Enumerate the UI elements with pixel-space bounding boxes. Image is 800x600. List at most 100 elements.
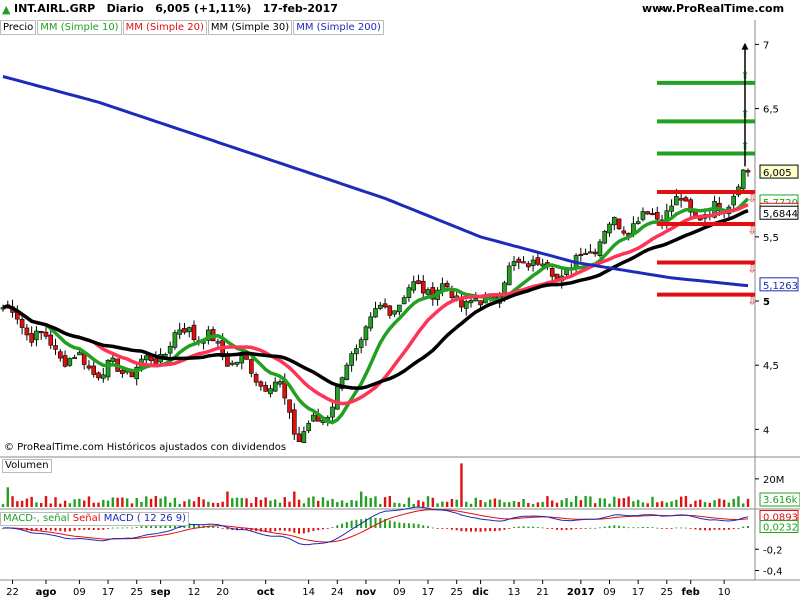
macd-histogram-bar: [154, 525, 157, 528]
macd-histogram-bar: [293, 528, 296, 533]
volume-bar: [197, 496, 201, 507]
volume-bar: [283, 497, 286, 507]
volume-bar: [603, 498, 606, 507]
candle-body: [72, 356, 77, 360]
volume-bar: [598, 498, 602, 507]
volume-tick-label: 20M: [763, 475, 784, 486]
macd-histogram-bar: [450, 528, 453, 530]
volume-bar: [235, 497, 239, 507]
volume-bar: [393, 502, 396, 507]
macd-histogram-bar: [436, 528, 439, 529]
candle-body: [645, 211, 651, 215]
volume-bar: [254, 496, 258, 507]
macd-histogram-bar: [489, 528, 492, 532]
macd-histogram-bar: [44, 528, 47, 531]
macd-histogram-bar: [68, 528, 71, 532]
macd-histogram-bar: [723, 528, 726, 530]
macd-histogram-bar: [536, 527, 539, 528]
candle-body: [292, 409, 297, 435]
x-tick-label: 25: [660, 587, 673, 598]
price-chart[interactable]: 76,55,554,54⇧⇧⇧⇩⇩⇩⇩▲6,0055,77205,73835,6…: [0, 0, 800, 600]
macd-histogram-bar: [97, 528, 100, 531]
macd-tick-label: -0,2: [763, 545, 783, 556]
macd-histogram-bar: [283, 528, 286, 531]
macd-histogram-bar: [589, 527, 592, 529]
volume-bar: [517, 502, 520, 507]
volume-bar: [536, 502, 540, 507]
volume-bar: [546, 496, 549, 507]
volume-bar: [488, 499, 492, 507]
volume-bar: [589, 496, 592, 507]
macd-histogram-bar: [336, 525, 339, 528]
volume-bar: [641, 502, 645, 507]
volume-bar: [211, 502, 215, 507]
macd-histogram-bar: [460, 528, 463, 532]
candle-body: [53, 345, 58, 350]
macd-histogram-bar: [675, 527, 678, 529]
macd-histogram-bar: [622, 526, 625, 528]
candle-body: [29, 333, 34, 343]
volume-bar: [92, 502, 95, 507]
candle-body: [535, 257, 541, 265]
candle-body: [597, 241, 603, 256]
macd-histogram-bar: [689, 528, 692, 529]
macd-histogram-bar: [130, 527, 133, 529]
volume-bar: [445, 501, 449, 507]
candle-body: [215, 341, 221, 344]
volume-bar: [278, 502, 282, 507]
candle-body: [516, 258, 522, 263]
candle-body: [177, 329, 182, 335]
volume-bar: [44, 495, 48, 507]
volume-bar: [684, 496, 688, 507]
macd-histogram-bar: [474, 528, 477, 532]
volume-bar: [106, 500, 110, 507]
macd-signal-label[interactable]: MACD-, señal: [3, 513, 70, 524]
candle-body: [349, 353, 354, 366]
volume-bar: [479, 500, 482, 507]
candle-body: [163, 354, 168, 357]
macd-params-label[interactable]: MACD ( 12 26 9): [104, 513, 186, 524]
x-tick-label: 22: [6, 587, 19, 598]
volume-label[interactable]: Volumen: [2, 459, 52, 473]
candle-body: [425, 289, 431, 295]
macd-histogram-bar: [274, 528, 277, 532]
macd-histogram-bar: [747, 526, 749, 528]
candle-body: [301, 431, 307, 443]
candle-body: [344, 364, 350, 380]
volume-bar: [54, 497, 57, 507]
macd-histogram-bar: [718, 528, 721, 530]
signal-label[interactable]: Señal: [73, 513, 101, 524]
candle-body: [382, 303, 388, 308]
x-tick-label: 25: [130, 587, 143, 598]
macd-histogram-bar: [417, 524, 420, 528]
candle-body: [416, 280, 421, 284]
volume-bar: [125, 498, 129, 507]
volume-bar: [288, 501, 291, 507]
candle-body: [354, 348, 359, 355]
volume-bar: [345, 502, 349, 507]
x-tick-label: 2017: [567, 587, 595, 598]
volume-bar: [245, 498, 248, 507]
candle-body: [24, 327, 30, 336]
volume-bar: [527, 502, 530, 507]
macd-histogram-bar: [54, 528, 57, 531]
candle-body: [616, 218, 622, 230]
volume-bar: [388, 495, 392, 507]
x-tick-label: sep: [151, 587, 171, 598]
macd-histogram-bar: [374, 517, 377, 528]
volume-bar: [63, 500, 67, 507]
volume-bar: [713, 500, 716, 507]
volume-bar: [469, 503, 473, 507]
macd-histogram-bar: [298, 528, 301, 534]
macd-histogram-bar: [737, 528, 740, 529]
volume-bar: [541, 501, 544, 507]
volume-bar: [350, 500, 353, 507]
macd-tag: 0,0232: [763, 523, 798, 534]
volume-bar: [484, 502, 487, 507]
volume-bar: [679, 496, 683, 507]
volume-bar: [746, 498, 750, 507]
candle-body: [611, 216, 617, 226]
x-tick-label: 17: [422, 587, 435, 598]
volume-bar: [555, 502, 559, 507]
macd-histogram-bar: [584, 528, 587, 529]
